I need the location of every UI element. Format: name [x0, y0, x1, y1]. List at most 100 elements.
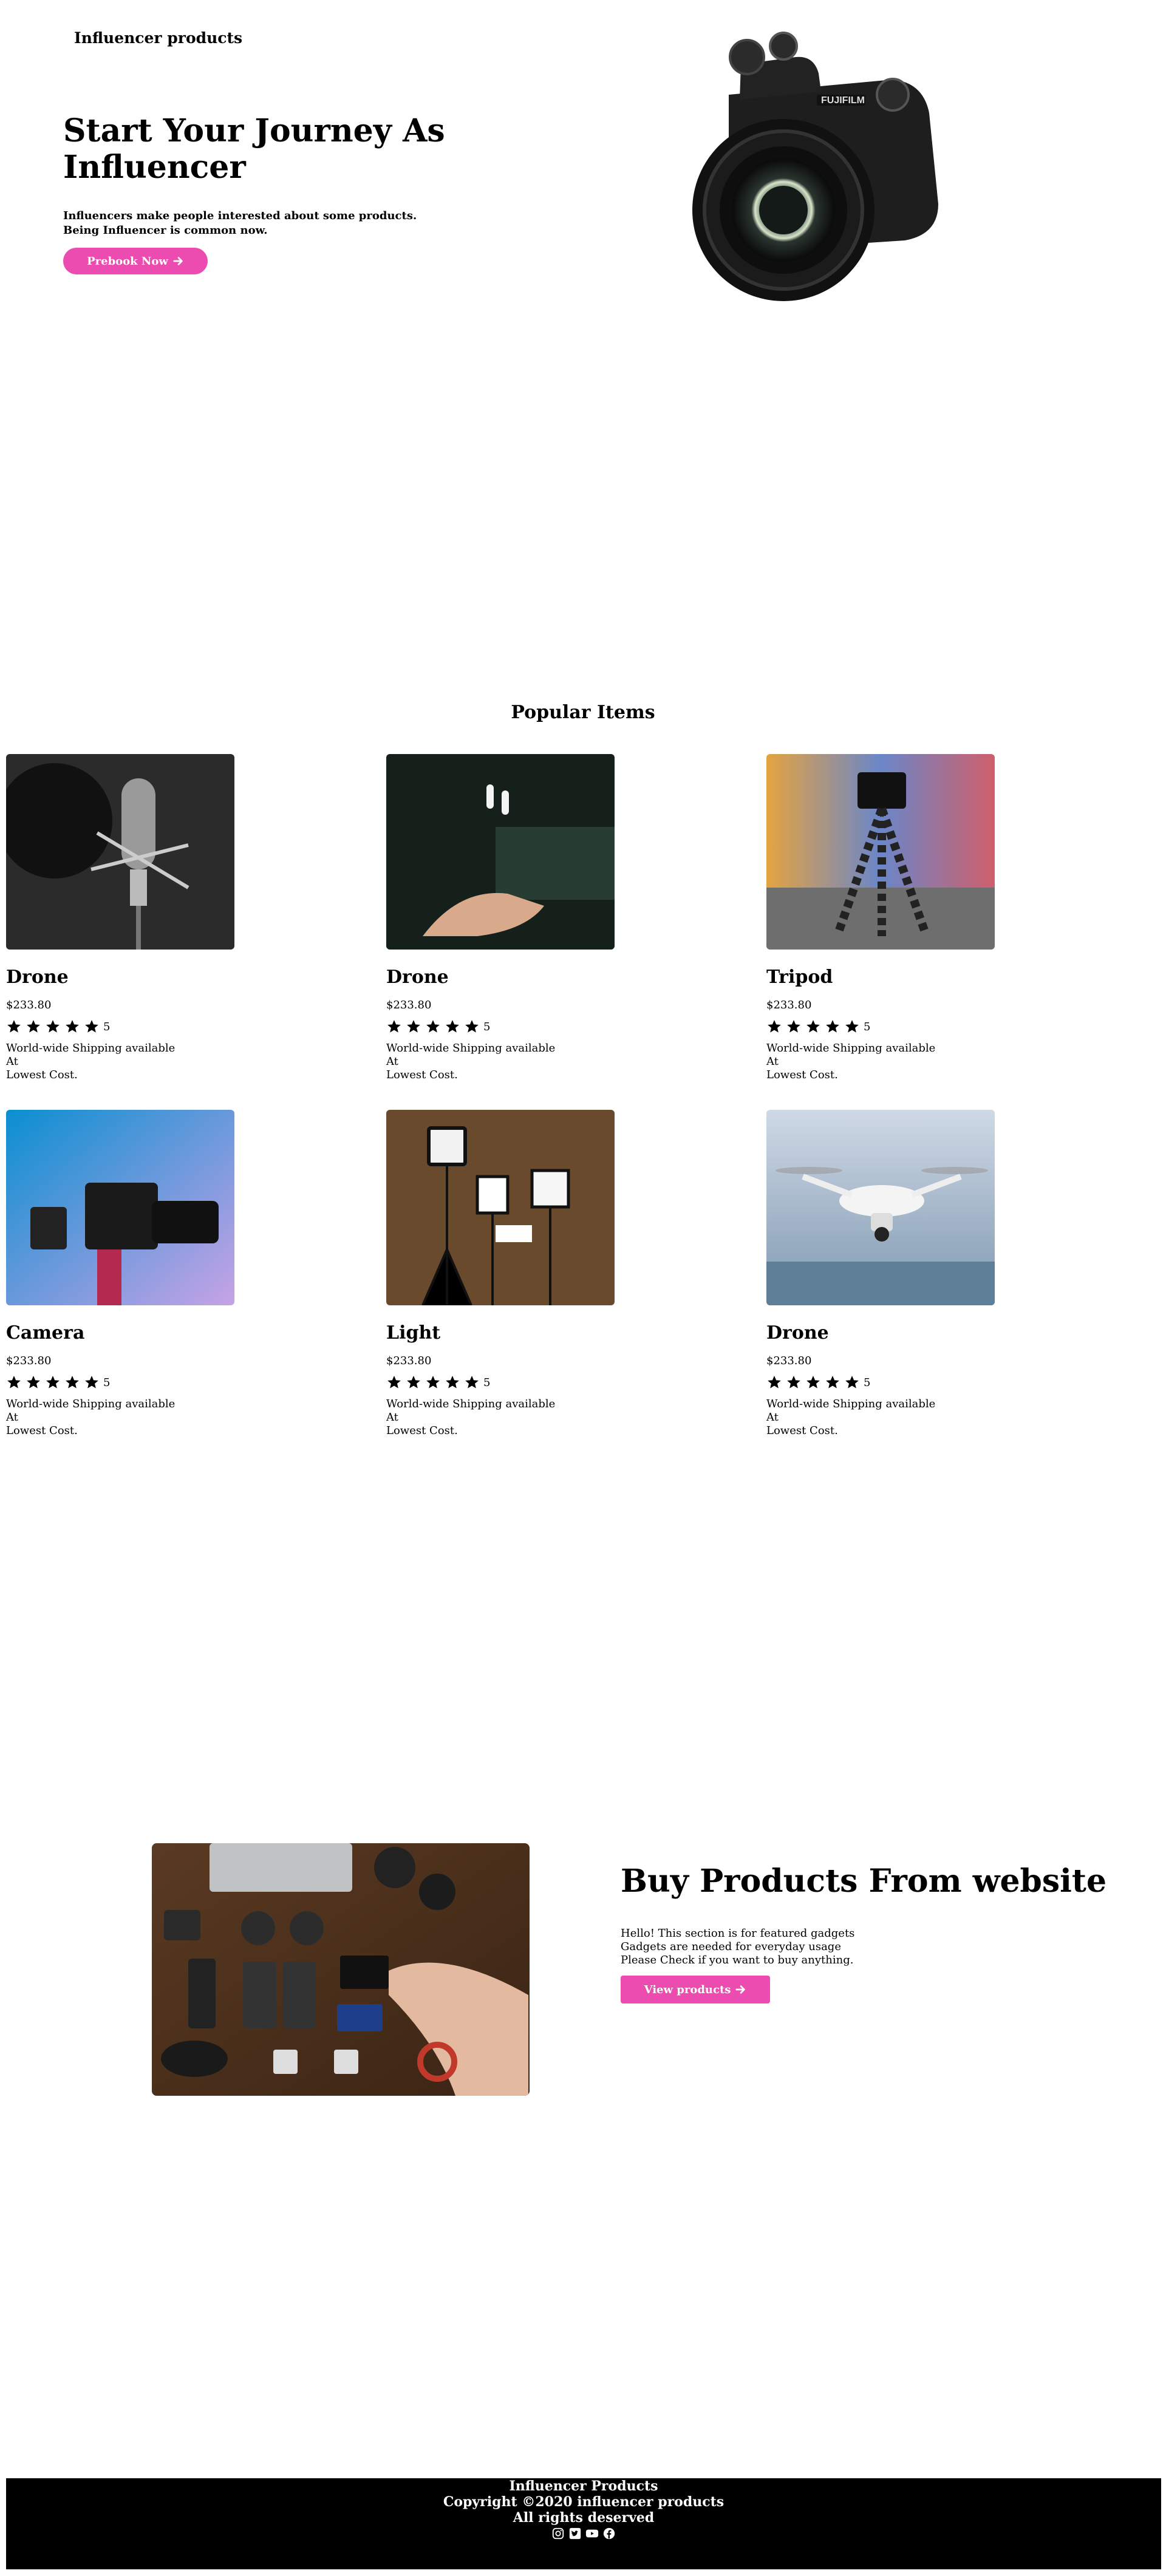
- product-shipping: World-wide Shipping available At Lowest Co…: [6, 1398, 261, 1438]
- star-icon: [845, 1020, 859, 1033]
- star-icon: [66, 1376, 79, 1388]
- shipping-line-1: World-wide Shipping available: [766, 1398, 936, 1410]
- twitter-icon[interactable]: [568, 2527, 582, 2540]
- footer-brand: Influencer Products: [509, 2478, 658, 2494]
- star-icon: [826, 1376, 839, 1388]
- shipping-line-1: World-wide Shipping available: [386, 1042, 556, 1055]
- site-brand[interactable]: Influencer products: [74, 29, 242, 47]
- star-icon: [387, 1376, 401, 1388]
- product-name[interactable]: Light: [386, 1322, 641, 1344]
- shipping-line-2: At: [766, 1055, 779, 1068]
- star-icon: [806, 1376, 820, 1388]
- product-image-drone-image[interactable]: [766, 1110, 995, 1305]
- prebook-now-label: Prebook Now: [87, 254, 168, 268]
- star-icon: [446, 1376, 459, 1388]
- star-icon: [426, 1020, 440, 1033]
- star-icon: [806, 1020, 820, 1033]
- product-card[interactable]: Light $233.80 5 World-wide Shipping availab…: [386, 1110, 641, 1438]
- product-image-microphone-image[interactable]: [6, 754, 234, 950]
- product-name[interactable]: Camera: [6, 1322, 261, 1344]
- star-icon: [446, 1020, 459, 1033]
- star-icon: [768, 1020, 781, 1033]
- social-links: [6, 2527, 1161, 2540]
- product-name[interactable]: Tripod: [766, 967, 1021, 988]
- product-shipping: World-wide Shipping available At Lowest Co…: [6, 1042, 261, 1082]
- site-footer: Influencer Products Copyright ©2020 infl…: [6, 2478, 1161, 2569]
- product-shipping: World-wide Shipping available At Lowest Co…: [766, 1042, 1021, 1082]
- shipping-line-3: Lowest Cost.: [766, 1069, 838, 1081]
- arrow-right-icon: [735, 1985, 746, 1994]
- hero-camera-image: FUJIFILM: [662, 22, 947, 307]
- rating-value: 5: [483, 1376, 491, 1389]
- star-icon: [465, 1020, 479, 1033]
- product-price: $233.80: [766, 1354, 812, 1367]
- hero-subtitle-line-1: Influencers make people interested about…: [63, 209, 417, 222]
- hero-title: Start Your Journey As Influencer: [63, 112, 445, 186]
- shipping-line-3: Lowest Cost.: [6, 1069, 78, 1081]
- product-name[interactable]: Drone: [6, 967, 261, 988]
- star-icon: [27, 1020, 40, 1033]
- star-icon: [465, 1376, 479, 1388]
- shipping-line-3: Lowest Cost.: [386, 1069, 458, 1081]
- rating-value: 5: [864, 1020, 871, 1033]
- buy-text-line-1: Hello! This section is for featured gadg…: [621, 1927, 855, 1940]
- star-icon: [387, 1020, 401, 1033]
- product-price: $233.80: [6, 1354, 52, 1367]
- star-icon: [426, 1376, 440, 1388]
- star-icon: [27, 1376, 40, 1388]
- product-card[interactable]: Drone $233.80 5 World-wide Shipping availab…: [766, 1110, 1021, 1438]
- rating-value: 5: [103, 1020, 111, 1033]
- product-rating: 5: [6, 1375, 261, 1390]
- product-name[interactable]: Drone: [766, 1322, 1021, 1344]
- hero-subtitle: Influencers make people interested about…: [63, 209, 452, 238]
- rating-value: 5: [864, 1376, 871, 1389]
- shipping-line-1: World-wide Shipping available: [6, 1042, 176, 1055]
- shipping-line-2: At: [386, 1055, 398, 1068]
- gadgets-flatlay-image: [152, 1843, 530, 2096]
- svg-text:FUJIFILM: FUJIFILM: [821, 95, 865, 106]
- product-image-lights-image[interactable]: [386, 1110, 615, 1305]
- star-icon: [7, 1020, 21, 1033]
- star-icon: [845, 1376, 859, 1388]
- shipping-line-3: Lowest Cost.: [386, 1424, 458, 1437]
- product-image-camera-image[interactable]: [6, 1110, 234, 1305]
- buy-section-text: Hello! This section is for featured gadg…: [621, 1927, 854, 1967]
- product-card[interactable]: Camera $233.80 5 World-wide Shipping availa…: [6, 1110, 261, 1438]
- shipping-line-2: At: [6, 1411, 18, 1424]
- buy-text-line-2: Gadgets are needed for everyday usage: [621, 1940, 841, 1953]
- buy-section-title: Buy Products From website: [621, 1863, 1107, 1900]
- product-rating: 5: [386, 1019, 641, 1035]
- hero-subtitle-line-2: Being Influencer is common now.: [63, 224, 268, 237]
- product-name[interactable]: Drone: [386, 967, 641, 988]
- star-icon: [46, 1020, 60, 1033]
- view-products-button[interactable]: View products: [621, 1976, 770, 2003]
- shipping-line-1: World-wide Shipping available: [386, 1398, 556, 1410]
- product-shipping: World-wide Shipping available At Lowest Co…: [386, 1042, 641, 1082]
- shipping-line-1: World-wide Shipping available: [766, 1042, 936, 1055]
- star-icon: [407, 1020, 420, 1033]
- product-rating: 5: [6, 1019, 261, 1035]
- product-card[interactable]: Drone $233.80 5 World-wide Shipping availab…: [6, 754, 261, 1082]
- star-icon: [7, 1376, 21, 1388]
- product-image-earbuds-image[interactable]: [386, 754, 615, 950]
- product-price: $233.80: [766, 999, 812, 1011]
- product-rating: 5: [766, 1019, 1021, 1035]
- footer-rights: All rights deserved: [513, 2510, 655, 2526]
- facebook-icon[interactable]: [602, 2527, 616, 2540]
- youtube-icon[interactable]: [585, 2527, 599, 2540]
- star-icon: [787, 1020, 800, 1033]
- product-card[interactable]: Drone $233.80 5 World-wide Shipping availab…: [386, 754, 641, 1082]
- prebook-now-button[interactable]: Prebook Now: [63, 248, 208, 274]
- product-shipping: World-wide Shipping available At Lowest Co…: [766, 1398, 1021, 1438]
- shipping-line-2: At: [386, 1411, 398, 1424]
- product-card[interactable]: Tripod $233.80 5 World-wide Shipping availa…: [766, 754, 1021, 1082]
- product-price: $233.80: [386, 1354, 432, 1367]
- instagram-icon[interactable]: [551, 2527, 565, 2540]
- star-icon: [787, 1376, 800, 1388]
- star-icon: [407, 1376, 420, 1388]
- product-price: $233.80: [386, 999, 432, 1011]
- product-image-tripod-image[interactable]: [766, 754, 995, 950]
- product-rating: 5: [386, 1375, 641, 1390]
- product-rating: 5: [766, 1375, 1021, 1390]
- view-products-label: View products: [644, 1983, 731, 1996]
